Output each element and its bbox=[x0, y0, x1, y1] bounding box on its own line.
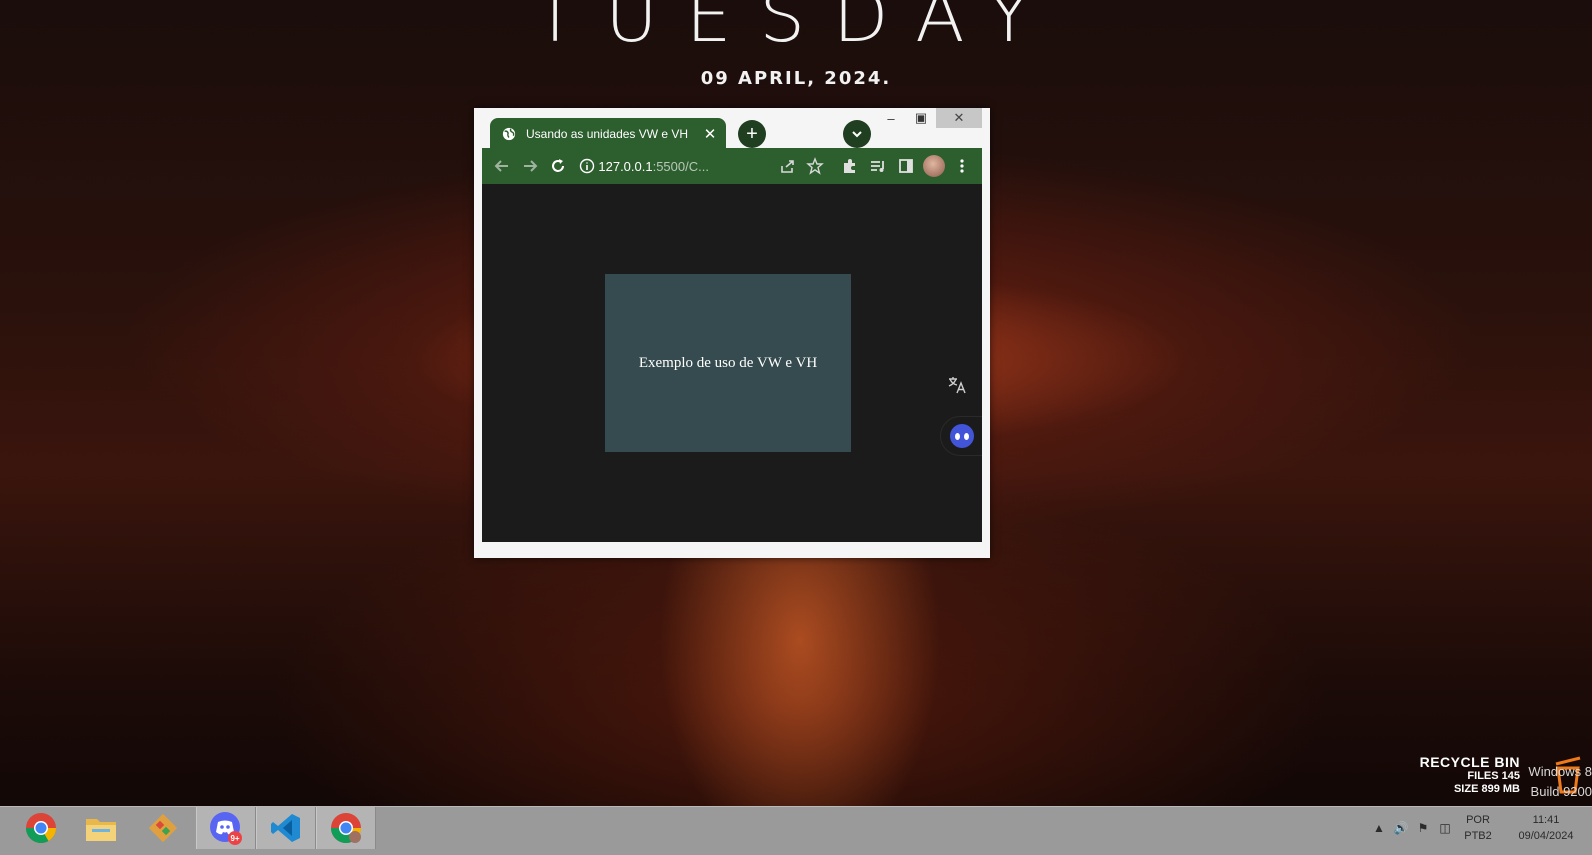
back-button[interactable] bbox=[488, 151, 516, 181]
url-host: 127.0.0.1 bbox=[598, 158, 653, 174]
tray-expand-icon[interactable]: ▲ bbox=[1368, 821, 1390, 835]
network-icon[interactable]: ◫ bbox=[1434, 821, 1456, 835]
watermark-line-2: Build 9200 bbox=[1530, 784, 1592, 799]
avatar bbox=[922, 155, 945, 177]
media-control-button[interactable] bbox=[864, 151, 892, 181]
browser-toolbar: 127.0.0.1:5500/C... bbox=[482, 148, 982, 184]
chrome-icon bbox=[25, 813, 57, 844]
chevron-down-icon bbox=[852, 131, 862, 138]
recycle-bin-files: FILES 145 bbox=[1467, 770, 1520, 782]
star-icon bbox=[806, 157, 825, 175]
profile-button[interactable] bbox=[920, 151, 948, 181]
side-panel-icon bbox=[898, 159, 913, 173]
extensions-button[interactable] bbox=[835, 151, 863, 181]
url-path: :5500/C... bbox=[652, 158, 709, 174]
maximize-button[interactable]: ▣ bbox=[906, 108, 936, 128]
flag-icon[interactable]: ⚑ bbox=[1412, 821, 1434, 835]
discord-badge: 9+ bbox=[230, 834, 239, 843]
clock[interactable]: 11:41 09/04/2024 bbox=[1500, 812, 1592, 844]
window-controls: – ▣ ✕ bbox=[876, 108, 982, 128]
day-title: TUESDAY bbox=[533, 0, 1059, 58]
volume-icon[interactable]: 🔊 bbox=[1390, 821, 1412, 835]
demo-text: Exemplo de uso de VW e VH bbox=[638, 354, 818, 371]
puzzle-icon bbox=[843, 159, 855, 173]
address-bar[interactable]: 127.0.0.1:5500/C... bbox=[576, 152, 773, 180]
language-top: POR bbox=[1466, 814, 1490, 826]
info-icon[interactable] bbox=[576, 158, 598, 174]
tab-active[interactable]: Usando as unidades VW e VH ✕ bbox=[490, 118, 726, 150]
recycle-bin-widget: RECYCLE BIN FILES 145 SIZE 899 MB bbox=[1420, 754, 1520, 796]
taskbar-git[interactable] bbox=[134, 807, 192, 849]
taskbar-discord[interactable]: 9+ bbox=[196, 807, 256, 849]
vscode-icon bbox=[271, 814, 300, 842]
taskbar-file-explorer[interactable] bbox=[72, 807, 130, 849]
side-panel-button[interactable] bbox=[892, 151, 920, 181]
bookmark-button[interactable] bbox=[801, 151, 829, 181]
windows-watermark: Windows 8 Build 9200 bbox=[1528, 762, 1592, 802]
browser-titlebar: Usando as unidades VW e VH ✕ + – ▣ ✕ bbox=[482, 108, 982, 150]
discord-icon: 9+ bbox=[210, 812, 242, 845]
assistant-bubble-button[interactable] bbox=[940, 416, 982, 456]
taskbar: 9+ ▲ 🔊 ⚑ ◫ POR PTB2 11:41 09/04/2024 bbox=[0, 806, 1592, 855]
new-tab-button[interactable]: + bbox=[738, 120, 766, 148]
demo-box: Exemplo de uso de VW e VH bbox=[605, 274, 851, 452]
playlist-icon bbox=[870, 161, 884, 172]
language-bottom: PTB2 bbox=[1464, 830, 1492, 842]
clock-time: 11:41 bbox=[1532, 814, 1560, 826]
chrome-profile-icon bbox=[331, 813, 361, 844]
minimize-button[interactable]: – bbox=[876, 108, 906, 128]
reload-button[interactable] bbox=[544, 151, 572, 181]
browser-window: Usando as unidades VW e VH ✕ + – ▣ ✕ 127… bbox=[474, 108, 990, 558]
taskbar-vscode[interactable] bbox=[256, 807, 316, 849]
tab-close-button[interactable]: ✕ bbox=[702, 125, 718, 143]
menu-button[interactable] bbox=[948, 151, 976, 181]
share-icon bbox=[781, 160, 795, 173]
tab-title: Usando as unidades VW e VH bbox=[526, 127, 689, 141]
folder-icon bbox=[86, 819, 116, 841]
arrow-right-icon bbox=[524, 160, 538, 172]
system-tray: ▲ 🔊 ⚑ ◫ POR PTB2 11:41 09/04/2024 bbox=[1368, 807, 1592, 849]
forward-button[interactable] bbox=[516, 151, 544, 181]
language-indicator[interactable]: POR PTB2 bbox=[1456, 812, 1500, 844]
bot-icon bbox=[950, 424, 974, 448]
taskbar-chrome[interactable] bbox=[12, 807, 70, 849]
recycle-bin-label: RECYCLE BIN bbox=[1419, 754, 1520, 770]
share-button[interactable] bbox=[773, 151, 801, 181]
translate-icon[interactable] bbox=[946, 374, 968, 396]
reload-icon bbox=[552, 159, 565, 172]
globe-icon bbox=[502, 127, 516, 141]
page-viewport: Exemplo de uso de VW e VH bbox=[482, 184, 982, 542]
taskbar-chrome-profile[interactable] bbox=[316, 807, 376, 849]
watermark-line-1: Windows 8 bbox=[1528, 764, 1592, 779]
git-icon bbox=[148, 813, 178, 843]
arrow-left-icon bbox=[494, 160, 509, 172]
kebab-menu-icon bbox=[960, 159, 964, 173]
date-label: 09 APRIL, 2024. bbox=[700, 68, 892, 89]
recycle-bin-size: SIZE 899 MB bbox=[1453, 783, 1520, 795]
clock-date: 09/04/2024 bbox=[1518, 830, 1574, 842]
tab-search-button[interactable] bbox=[843, 120, 871, 148]
window-close-button[interactable]: ✕ bbox=[936, 108, 982, 128]
